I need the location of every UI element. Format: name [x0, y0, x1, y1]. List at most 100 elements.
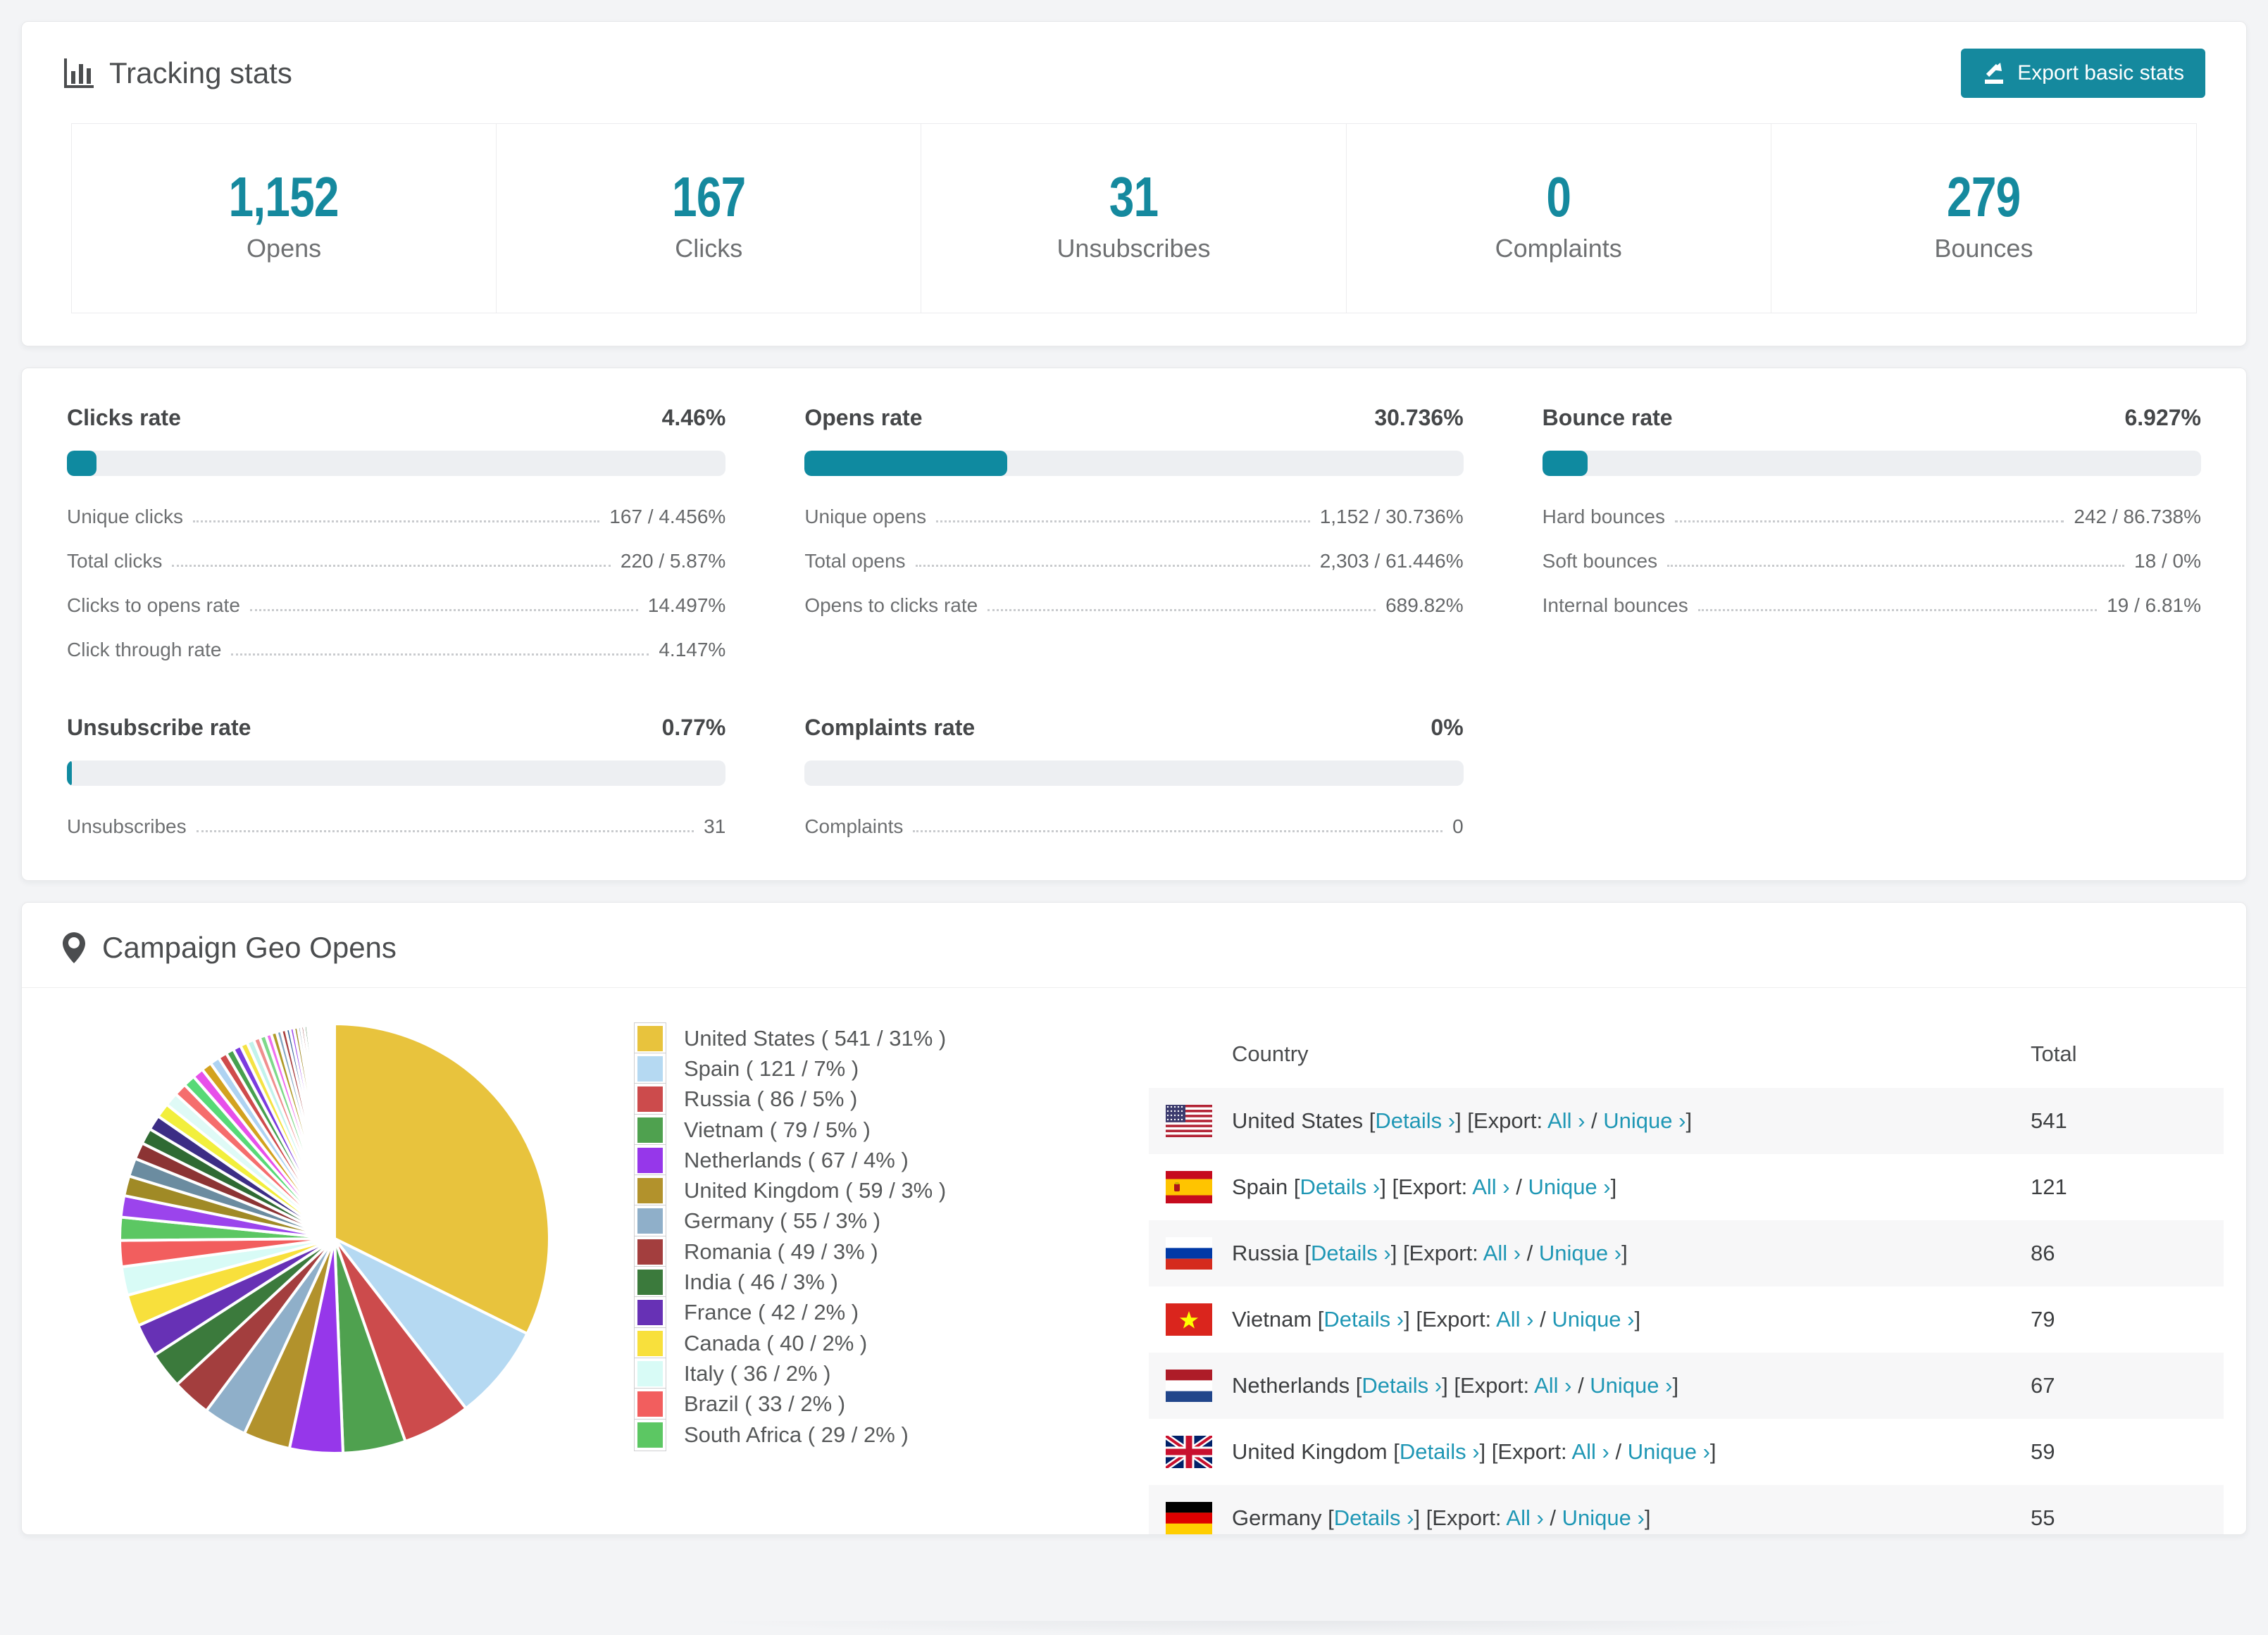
legend-label: Italy ( 36 / 2% ) — [684, 1360, 831, 1386]
stat-value: 0 — [1546, 165, 1571, 228]
geo-table-header: Country Total — [1149, 1020, 2224, 1088]
legend-swatch — [634, 1327, 666, 1360]
legend-item-india[interactable]: India ( 46 / 3% ) — [634, 1266, 973, 1299]
legend-item-russia[interactable]: Russia ( 86 / 5% ) — [634, 1083, 973, 1116]
rate-title: Unsubscribe rate — [67, 715, 251, 740]
rate-detail-value: 31 — [704, 815, 726, 837]
legend-item-united-kingdom[interactable]: United Kingdom ( 59 / 3% ) — [634, 1174, 973, 1208]
details-link[interactable]: Details › — [1400, 1439, 1480, 1464]
flag-icon-vn — [1166, 1303, 1212, 1336]
legend-label: Brazil ( 33 / 2% ) — [684, 1391, 846, 1417]
legend-swatch — [634, 1235, 666, 1268]
stat-value: 279 — [1947, 165, 2021, 228]
rate-detail-label: Opens to clicks rate — [804, 594, 978, 616]
legend-swatch — [634, 1266, 666, 1299]
stat-cell-complaints: 0 Complaints — [1347, 124, 1771, 313]
legend-item-germany[interactable]: Germany ( 55 / 3% ) — [634, 1205, 973, 1238]
export-all-link[interactable]: All › — [1571, 1439, 1609, 1464]
details-link[interactable]: Details › — [1311, 1241, 1391, 1265]
rate-detail-row: Unsubscribes 31 — [67, 815, 725, 838]
export-unique-link[interactable]: Unique › — [1628, 1439, 1710, 1464]
legend-swatch — [634, 1418, 666, 1451]
export-all-link[interactable]: All › — [1496, 1307, 1533, 1332]
details-link[interactable]: Details › — [1334, 1505, 1414, 1530]
stat-cell-bounces: 279 Bounces — [1771, 124, 2196, 313]
tracking-stats-header: Tracking stats Export basic stats — [46, 36, 2222, 105]
legend-label: South Africa ( 29 / 2% ) — [684, 1422, 909, 1447]
legend-label: Russia ( 86 / 5% ) — [684, 1086, 858, 1112]
legend-swatch — [634, 1174, 666, 1208]
details-link[interactable]: Details › — [1375, 1108, 1455, 1133]
export-unique-link[interactable]: Unique › — [1603, 1108, 1686, 1133]
legend-item-france[interactable]: France ( 42 / 2% ) — [634, 1296, 973, 1329]
rate-detail-row: Total clicks 220 / 5.87% — [67, 550, 725, 572]
geo-table-body: United States [Details ›] [Export: All ›… — [1149, 1088, 2224, 1534]
rate-detail-label: Complaints — [804, 815, 904, 837]
export-all-link[interactable]: All › — [1534, 1373, 1571, 1398]
export-all-link[interactable]: All › — [1472, 1174, 1509, 1199]
stats-summary-box: 1,152 Opens 167 Clicks 31 Unsubscribes 0 Compla… — [71, 123, 2197, 313]
rate-title: Bounce rate — [1542, 405, 1673, 430]
export-all-link[interactable]: All › — [1547, 1108, 1585, 1133]
rate-block-complaints-rate: Complaints rate 0% Complaints 0 — [804, 715, 1464, 838]
rate-value: 30.736% — [1374, 405, 1464, 430]
flag-icon-nl — [1166, 1370, 1212, 1402]
dotted-leader — [249, 609, 638, 611]
geo-content: United States ( 541 / 31% ) Spain ( 121 /… — [22, 988, 2246, 1534]
rate-progress-fill — [67, 760, 73, 786]
details-link[interactable]: Details › — [1323, 1307, 1404, 1332]
legend-item-united-states[interactable]: United States ( 541 / 31% ) — [634, 1022, 973, 1055]
geo-table-row-vietnam: Vietnam [Details ›] [Export: All › / Uni… — [1149, 1286, 2224, 1353]
export-unique-link[interactable]: Unique › — [1590, 1373, 1672, 1398]
country-total: 67 — [2031, 1373, 2055, 1398]
country-total: 55 — [2031, 1505, 2055, 1530]
country-total: 121 — [2031, 1174, 2067, 1199]
legend-item-italy[interactable]: Italy ( 36 / 2% ) — [634, 1357, 973, 1390]
flag-icon-ru — [1166, 1237, 1212, 1270]
bar-chart-icon — [63, 57, 95, 89]
rate-progress-fill — [1542, 451, 1588, 476]
dotted-leader — [913, 830, 1443, 832]
stat-label: Unsubscribes — [1057, 234, 1211, 263]
legend-swatch — [634, 1113, 666, 1146]
legend-label: Romania ( 49 / 3% ) — [684, 1239, 878, 1264]
rate-detail-value: 19 / 6.81% — [2107, 594, 2201, 616]
pie-slice-other[interactable] — [332, 1022, 336, 1240]
legend-swatch — [634, 1022, 666, 1055]
legend-item-romania[interactable]: Romania ( 49 / 3% ) — [634, 1235, 973, 1268]
legend-item-vietnam[interactable]: Vietnam ( 79 / 5% ) — [634, 1113, 973, 1146]
geo-header: Campaign Geo Opens — [22, 903, 2246, 988]
export-basic-stats-button[interactable]: Export basic stats — [1961, 49, 2205, 98]
details-link[interactable]: Details › — [1362, 1373, 1442, 1398]
legend-item-canada[interactable]: Canada ( 40 / 2% ) — [634, 1327, 973, 1360]
rate-detail-row: Opens to clicks rate 689.82% — [804, 594, 1463, 617]
stat-value: 1,152 — [229, 165, 339, 228]
rate-detail-value: 220 / 5.87% — [620, 550, 726, 572]
legend-item-spain[interactable]: Spain ( 121 / 7% ) — [634, 1052, 973, 1085]
legend-item-south-africa[interactable]: South Africa ( 29 / 2% ) — [634, 1418, 973, 1451]
stat-label: Opens — [247, 234, 322, 263]
country-name: Russia — [1232, 1241, 1299, 1265]
stat-cell-unsubscribes: 31 Unsubscribes — [921, 124, 1347, 313]
export-unique-link[interactable]: Unique › — [1562, 1505, 1645, 1530]
export-all-link[interactable]: All › — [1506, 1505, 1543, 1530]
flag-icon-us — [1166, 1105, 1212, 1137]
legend-item-netherlands[interactable]: Netherlands ( 67 / 4% ) — [634, 1144, 973, 1177]
rate-detail-value: 4.147% — [659, 639, 726, 660]
export-unique-link[interactable]: Unique › — [1539, 1241, 1621, 1265]
export-all-link[interactable]: All › — [1483, 1241, 1521, 1265]
geo-table-row-russia: Russia [Details ›] [Export: All › / Uniq… — [1149, 1220, 2224, 1286]
rate-detail-value: 167 / 4.456% — [609, 506, 726, 527]
country-name: Spain — [1232, 1174, 1288, 1199]
legend-label: United States ( 541 / 31% ) — [684, 1025, 947, 1051]
rate-value: 6.927% — [2124, 405, 2201, 430]
rate-detail-row: Soft bounces 18 / 0% — [1543, 550, 2201, 572]
geo-table-row-germany: Germany [Details ›] [Export: All › / Uni… — [1149, 1485, 2224, 1534]
export-unique-link[interactable]: Unique › — [1552, 1307, 1634, 1332]
legend-item-brazil[interactable]: Brazil ( 33 / 2% ) — [634, 1388, 973, 1421]
export-unique-link[interactable]: Unique › — [1528, 1174, 1610, 1199]
details-link[interactable]: Details › — [1300, 1174, 1381, 1199]
geo-pie-chart[interactable] — [116, 1020, 553, 1457]
geo-table-row-spain: Spain [Details ›] [Export: All › / Uniqu… — [1149, 1154, 2224, 1220]
dotted-leader — [1697, 609, 2098, 611]
